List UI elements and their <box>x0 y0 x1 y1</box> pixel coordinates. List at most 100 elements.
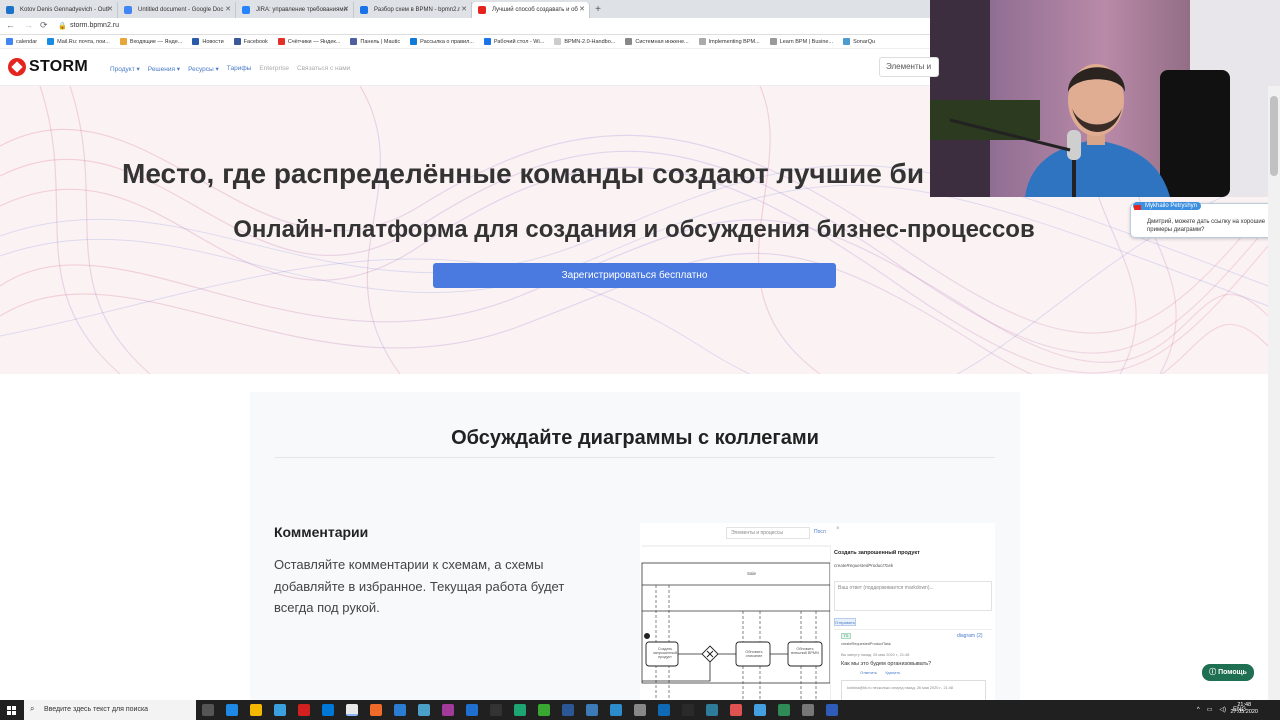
bookmark-item[interactable]: Счётчики — Яндек... <box>277 38 340 45</box>
reply-link[interactable]: Ответить <box>860 670 877 675</box>
youtube-icon <box>1134 205 1141 210</box>
tab-close-icon[interactable]: ✕ <box>225 2 231 18</box>
bookmark-item[interactable]: BPMN-2.0-Handbo... <box>554 38 615 45</box>
taskbar-app-icon[interactable] <box>682 704 694 716</box>
tab-favicon-icon <box>124 6 132 14</box>
bookmark-item[interactable]: Новости <box>192 38 224 45</box>
reload-icon[interactable]: ⟳ <box>40 20 48 31</box>
taskbar-app-icon[interactable] <box>514 704 526 716</box>
taskbar-app-icon[interactable] <box>274 704 286 716</box>
nav-link[interactable]: Enterprise <box>259 65 289 73</box>
back-icon[interactable]: ← <box>6 20 15 30</box>
chevron-up-icon[interactable]: ^ <box>1197 700 1200 720</box>
taskbar-app-icon[interactable] <box>634 704 646 716</box>
bookmark-item[interactable]: calendar <box>6 38 37 45</box>
help-label: Помощь <box>1218 669 1247 676</box>
bookmark-item[interactable]: Implementing BPM... <box>698 38 760 45</box>
bookmark-item[interactable]: Рассылка о правил... <box>410 38 474 45</box>
taskbar-app-icon[interactable] <box>586 704 598 716</box>
bookmark-item[interactable]: Системная инжене... <box>625 38 689 45</box>
taskbar-app-icon[interactable] <box>250 704 262 716</box>
tab-close-icon[interactable]: ✕ <box>343 2 349 18</box>
browser-tab[interactable]: Лучший способ создавать и об ✕ <box>472 2 590 18</box>
preview-close-icon[interactable]: × <box>836 526 840 532</box>
page-scrollbar[interactable] <box>1268 86 1280 700</box>
browser-tab[interactable]: JIRA: управление требованиями ✕ <box>236 2 354 18</box>
taskbar-app-icon[interactable] <box>610 704 622 716</box>
nav-link[interactable]: Связаться с нами <box>297 65 350 73</box>
network-icon[interactable]: ▭ <box>1207 700 1213 720</box>
bookmark-item[interactable]: Learn BPM | Busine... <box>769 38 833 45</box>
signup-button[interactable]: Зарегистрироваться бесплатно <box>433 263 836 288</box>
task-1-label[interactable]: Создать запрошенный продукт <box>652 647 678 659</box>
browser-tab[interactable]: Kotov Denis Gennadyevich - Outl ✕ <box>0 2 118 18</box>
tab-label: Untitled document - Google Doc <box>138 7 224 13</box>
new-tab-icon[interactable]: + <box>590 2 606 18</box>
site-search-input[interactable]: Элементы и <box>879 57 939 77</box>
taskbar-app-icon[interactable] <box>298 704 310 716</box>
taskbar-search-input[interactable]: Введите здесь текст для поиска <box>24 700 196 720</box>
volume-icon[interactable]: ◁) <box>1219 700 1226 720</box>
taskbar-app-icon[interactable] <box>562 704 574 716</box>
bookmark-item[interactable]: SonarQu <box>843 38 875 45</box>
nav-link[interactable]: Ресурсы ▾ <box>188 65 219 73</box>
browser-tab[interactable]: Untitled document - Google Doc ✕ <box>118 2 236 18</box>
delete-link[interactable]: Удалить <box>885 670 900 675</box>
bookmark-item[interactable]: Mail.Ru: почта, пои... <box>47 38 110 45</box>
taskbar-app-icon[interactable] <box>346 704 358 716</box>
bookmark-item[interactable]: Панель | Mautic <box>350 38 400 45</box>
storm-logo[interactable]: STORM <box>8 58 88 76</box>
taskbar-clock[interactable]: 21:48 27.05.2020 <box>1230 702 1258 716</box>
taskbar-app-icon[interactable] <box>466 704 478 716</box>
help-button[interactable]: ⓘ Помощь <box>1202 664 1254 681</box>
bookmark-icon <box>192 38 200 45</box>
nav-link[interactable]: Продукт ▾ <box>110 65 140 73</box>
forward-icon[interactable]: → <box>24 20 33 30</box>
scrollbar-thumb[interactable] <box>1270 96 1278 176</box>
taskbar-app-icon[interactable] <box>370 704 382 716</box>
taskbar-app-icon[interactable] <box>730 704 742 716</box>
task-2-label[interactable]: Обновить описание <box>740 650 768 658</box>
taskbar-app-icon[interactable] <box>490 704 502 716</box>
tab-favicon-icon <box>360 6 368 14</box>
bookmark-item[interactable]: Входящие — Янде... <box>119 38 182 45</box>
taskbar-app-icon[interactable] <box>778 704 790 716</box>
taskbar-app-icon[interactable] <box>442 704 454 716</box>
taskbar-app-icon[interactable] <box>202 704 214 716</box>
taskbar-app-icon[interactable] <box>322 704 334 716</box>
windows-start-icon[interactable] <box>0 700 22 720</box>
lock-icon: 🔒 <box>58 23 67 30</box>
taskbar-app-icon[interactable] <box>538 704 550 716</box>
tab-close-icon[interactable]: ✕ <box>579 2 585 18</box>
bookmark-label: Рабочий стол - Wi... <box>493 38 545 45</box>
url-field[interactable]: storm.bpmn2.ru <box>70 22 119 29</box>
comment-input[interactable]: Ваш ответ (поддерживается markdown)... <box>834 581 992 611</box>
send-comment-button[interactable]: Отправить <box>834 618 856 626</box>
panel-divider <box>834 629 992 630</box>
hero-subtitle: Онлайн-платформа для создания и обсужден… <box>233 216 1035 243</box>
taskbar-app-icon[interactable] <box>802 704 814 716</box>
taskbar-app-icon[interactable] <box>226 704 238 716</box>
diagram-link[interactable]: diagram (2) <box>957 633 983 639</box>
taskbar-app-icon[interactable] <box>418 704 430 716</box>
taskbar-app-icon[interactable] <box>706 704 718 716</box>
tab-close-icon[interactable]: ✕ <box>461 2 467 18</box>
bookmark-item[interactable]: Facebook <box>233 38 268 45</box>
taskbar-app-icon[interactable] <box>394 704 406 716</box>
panel-title: Создать запрошенный продукт <box>834 550 920 556</box>
preview-search-input[interactable]: Элементы и процессы <box>726 527 810 539</box>
bookmark-item[interactable]: Рабочий стол - Wi... <box>483 38 545 45</box>
browser-tab[interactable]: Разбор схем в BPMN - bpmn2.r ✕ <box>354 2 472 18</box>
bookmark-label: SonarQu <box>853 38 876 45</box>
bpmn-diagram <box>641 545 830 700</box>
taskbar-app-icon[interactable] <box>754 704 766 716</box>
bookmark-label: BPMN-2.0-Handbo... <box>564 38 616 45</box>
nav-link[interactable]: Решения ▾ <box>148 65 180 73</box>
nav-link[interactable]: Тарифы <box>227 65 252 73</box>
tab-close-icon[interactable]: ✕ <box>107 2 113 18</box>
task-3-label[interactable]: Обновить внешний BPMN <box>791 647 819 655</box>
preview-search-more[interactable]: Посл <box>814 529 826 535</box>
taskbar-app-icon[interactable] <box>826 704 838 716</box>
windows-taskbar: Введите здесь текст для поиска ⌕ ^ ▭ ◁) … <box>0 700 1280 720</box>
taskbar-app-icon[interactable] <box>658 704 670 716</box>
